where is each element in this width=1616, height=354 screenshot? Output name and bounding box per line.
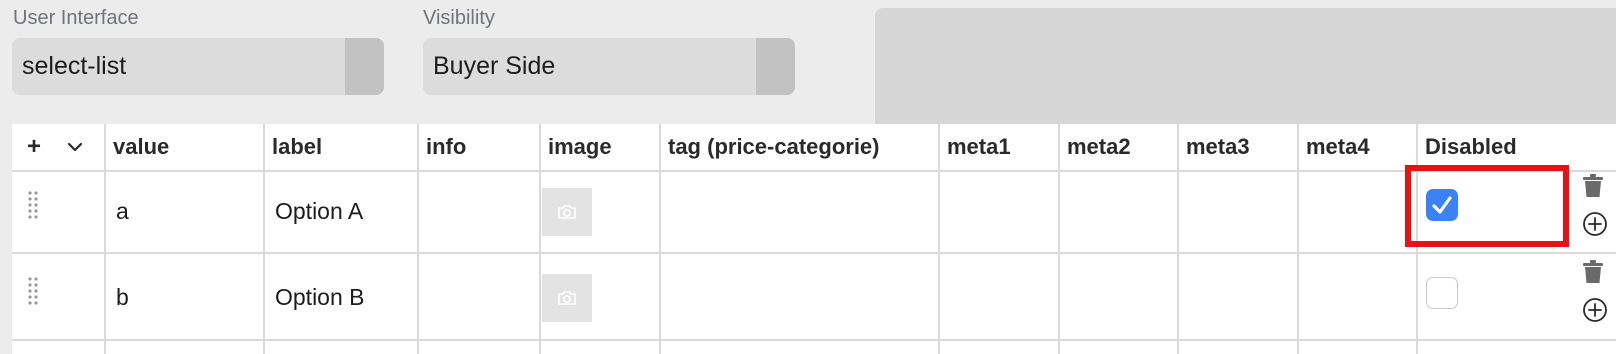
user-interface-value: select-list (22, 52, 127, 80)
column-divider (104, 124, 106, 354)
drag-handle-icon[interactable] (27, 190, 39, 220)
column-header-meta1: meta1 (947, 134, 1011, 159)
user-interface-select[interactable]: select-list (12, 38, 384, 95)
options-table: + value label info image tag (price-cate… (12, 124, 1616, 354)
row-divider (12, 339, 1616, 341)
camera-icon (558, 205, 576, 219)
column-header-tag: tag (price-categorie) (668, 134, 880, 159)
visibility-value: Buyer Side (433, 52, 556, 80)
disabled-checkbox[interactable] (1426, 277, 1458, 309)
column-divider (938, 124, 940, 354)
column-divider (263, 124, 265, 354)
column-header-value: value (113, 134, 170, 159)
user-interface-label: User Interface (13, 7, 139, 29)
trash-icon[interactable] (1582, 260, 1604, 289)
plus-icon[interactable]: + (27, 124, 41, 170)
camera-icon (558, 291, 576, 305)
image-placeholder[interactable] (542, 274, 592, 322)
column-divider (1058, 124, 1060, 354)
column-divider (1297, 124, 1299, 354)
chevron-down-icon[interactable] (66, 138, 84, 161)
row-divider (12, 252, 1616, 254)
select-arrow-button[interactable] (345, 38, 384, 95)
column-header-meta2: meta2 (1067, 134, 1131, 159)
visibility-select[interactable]: Buyer Side (423, 38, 795, 95)
column-header-meta3: meta3 (1186, 134, 1250, 159)
column-divider (659, 124, 661, 354)
row-label-cell[interactable]: Option A (275, 198, 363, 225)
column-header-label: label (272, 134, 323, 159)
column-divider (539, 124, 541, 354)
header-divider (12, 170, 1616, 172)
visibility-label: Visibility (423, 7, 495, 29)
row-value-cell[interactable]: a (116, 198, 129, 225)
drag-handle-icon[interactable] (27, 276, 39, 306)
row-value-cell[interactable]: b (116, 284, 129, 311)
circle-plus-icon[interactable] (1582, 211, 1608, 242)
image-placeholder[interactable] (542, 188, 592, 236)
column-header-info: info (426, 134, 467, 159)
circle-plus-icon[interactable] (1582, 297, 1608, 328)
column-header-disabled: Disabled (1425, 134, 1517, 159)
select-arrow-button[interactable] (756, 38, 795, 95)
row-label-cell[interactable]: Option B (275, 284, 365, 311)
checkmark-icon (1432, 196, 1452, 214)
column-divider (1177, 124, 1179, 354)
disabled-checkbox[interactable] (1426, 189, 1458, 221)
column-divider (417, 124, 419, 354)
column-header-meta4: meta4 (1306, 134, 1370, 159)
trash-icon[interactable] (1582, 174, 1604, 203)
column-header-image: image (548, 134, 612, 159)
side-panel (875, 8, 1616, 124)
column-divider (1416, 124, 1418, 354)
